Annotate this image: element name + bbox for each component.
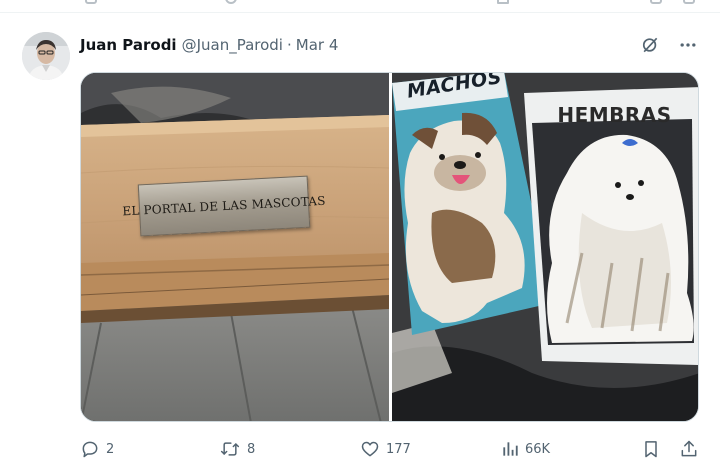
tweet-media[interactable]: EL PORTAL DE LAS MASCOTAS MACHOS HEMBRAS: [80, 72, 699, 422]
repost-icon: [219, 439, 241, 459]
bookmark-button[interactable]: [641, 437, 661, 461]
author-handle[interactable]: @Juan_Parodi: [182, 36, 283, 54]
avatar-portrait: [22, 32, 70, 80]
previous-views-icon[interactable]: [497, 0, 509, 4]
heart-icon: [360, 439, 380, 459]
previous-repost-icon[interactable]: [225, 0, 237, 4]
plaque-text: EL PORTAL DE LAS MASCOTAS: [122, 193, 326, 219]
repost-button[interactable]: 8: [219, 437, 255, 461]
repost-count: 8: [247, 441, 256, 457]
tweet-date[interactable]: Mar 4: [296, 36, 339, 54]
media-photo-dog-signs[interactable]: MACHOS HEMBRAS: [392, 73, 698, 421]
name-plaque: EL PORTAL DE LAS MASCOTAS: [122, 175, 326, 237]
author-name[interactable]: Juan Parodi: [80, 36, 177, 54]
reply-icon: [80, 439, 100, 459]
sign-hembras: HEMBRAS: [557, 103, 672, 127]
more-icon[interactable]: [678, 35, 698, 55]
like-count: 177: [386, 441, 411, 457]
tweet-header-actions: [640, 33, 698, 57]
previous-tweet-action-bar-fragment: [0, 0, 720, 10]
bookmark-icon: [641, 439, 661, 459]
separator-dot: ·: [286, 36, 292, 54]
previous-bookmark-icon[interactable]: [650, 0, 662, 4]
tweet-divider: [0, 12, 720, 13]
share-icon: [679, 439, 699, 459]
wooden-box-photo: [81, 73, 389, 421]
share-button[interactable]: [679, 437, 699, 461]
tweet-action-bar: 2 8 177 66K: [80, 437, 700, 461]
reply-count: 2: [106, 441, 115, 457]
reply-button[interactable]: 2: [80, 437, 114, 461]
tweet-header: Juan Parodi @Juan_Parodi · Mar 4: [80, 33, 338, 57]
views-button[interactable]: 66K: [501, 437, 550, 461]
views-count: 66K: [525, 441, 551, 457]
avatar[interactable]: [22, 32, 70, 80]
grok-icon[interactable]: [640, 35, 660, 55]
previous-share-icon[interactable]: [683, 0, 695, 4]
media-photo-plaque[interactable]: EL PORTAL DE LAS MASCOTAS: [81, 73, 389, 421]
previous-reply-icon[interactable]: [85, 0, 97, 4]
views-icon: [501, 439, 519, 459]
like-button[interactable]: 177: [360, 437, 411, 461]
